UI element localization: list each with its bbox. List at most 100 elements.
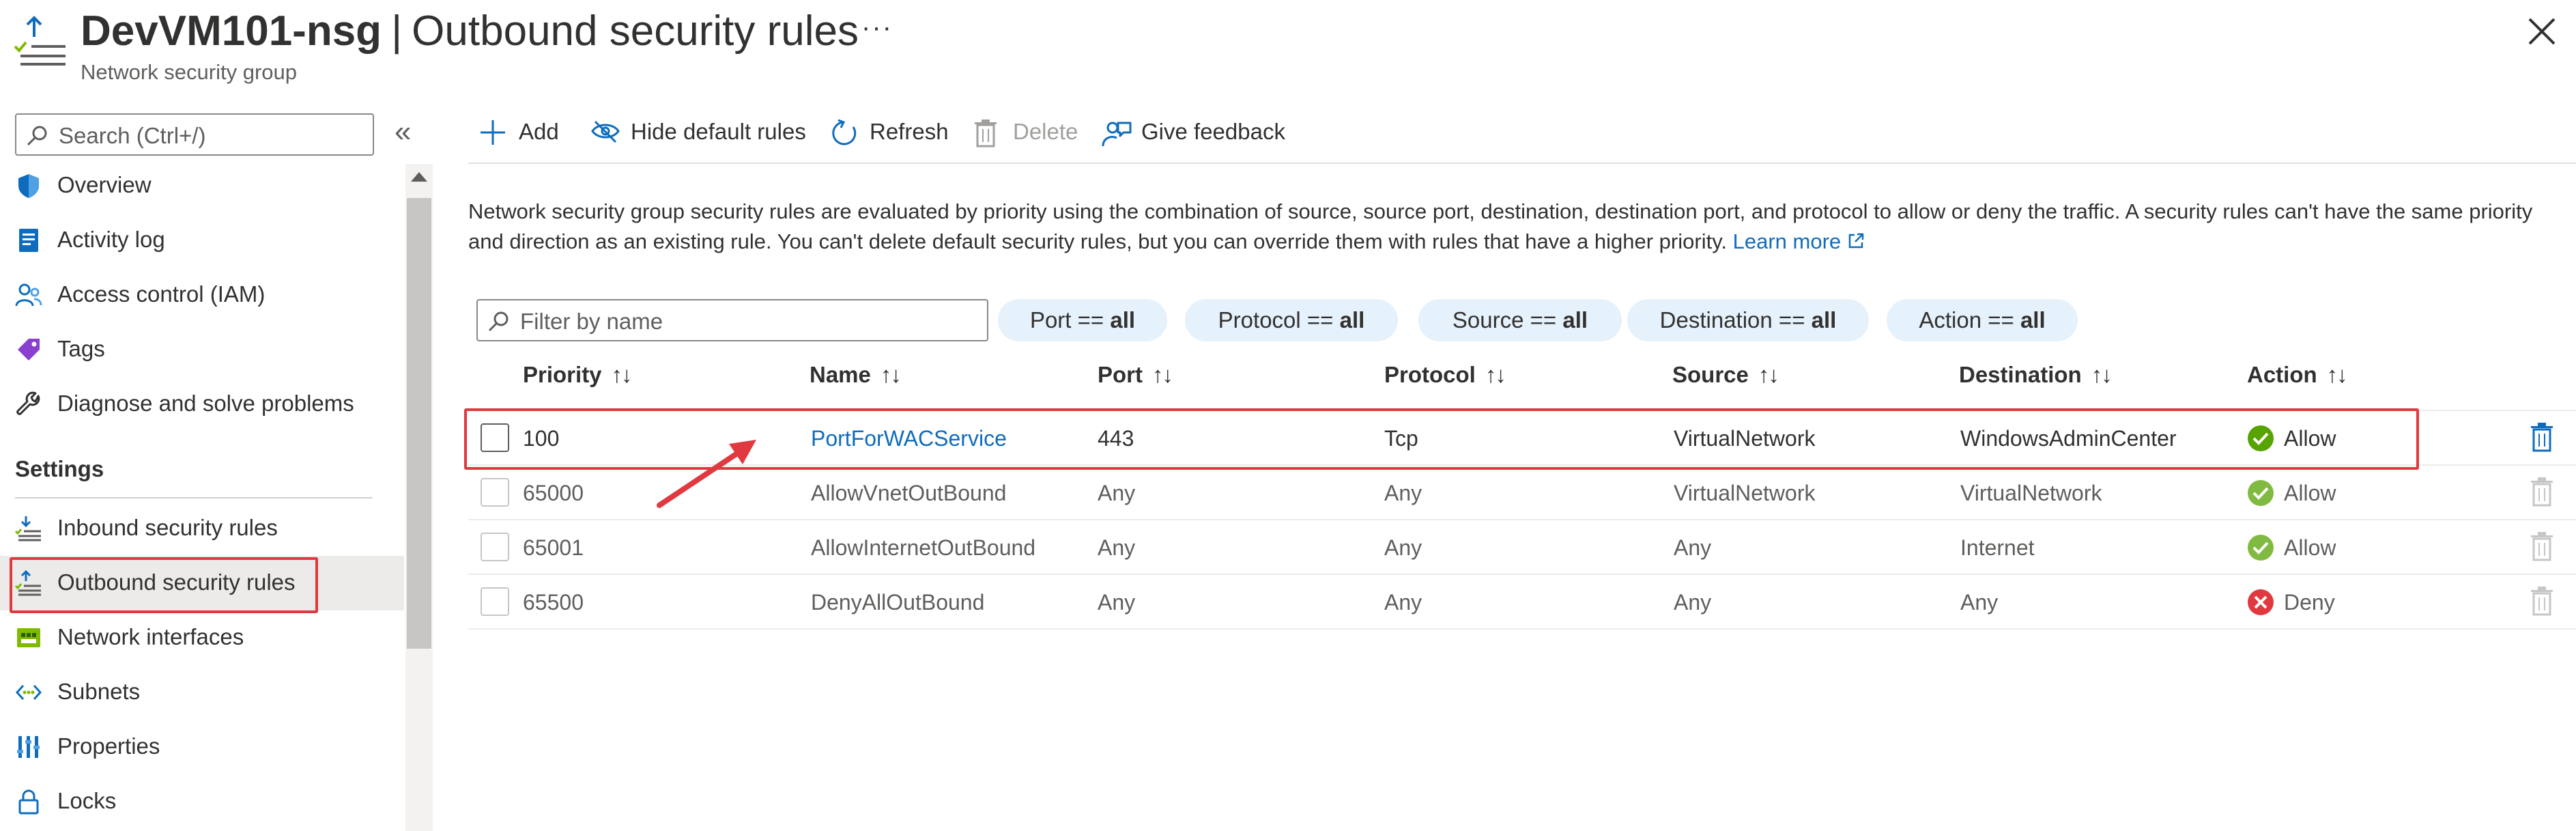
hide-default-rules-button[interactable]: Hide default rules: [591, 113, 816, 152]
refresh-button[interactable]: Refresh: [830, 113, 953, 152]
scroll-up-arrow-icon[interactable]: [411, 172, 427, 182]
filter-pill-key: Action ==: [1919, 307, 2020, 333]
learn-more-label: Learn more: [1732, 229, 1842, 253]
column-header-label: Priority: [523, 362, 602, 387]
properties-icon: [17, 736, 40, 758]
sidebar-item-label: Subnets: [57, 679, 141, 704]
add-button[interactable]: Add: [479, 113, 568, 152]
filter-pill-action[interactable]: Action == all: [1887, 299, 2078, 341]
filter-pill-key: Source ==: [1452, 307, 1563, 333]
title-separator: |: [391, 8, 403, 55]
deny-x-icon: [2248, 589, 2274, 615]
delete-row-icon[interactable]: [2530, 422, 2554, 452]
sidebar-item-inbound-rules[interactable]: Inbound security rules: [0, 501, 404, 556]
sidebar-item-label: Inbound security rules: [57, 515, 278, 540]
column-header-label: Name: [810, 362, 871, 387]
cell-priority: 65500: [523, 590, 584, 615]
table-row[interactable]: 65000 AllowVnetOutBound Any Any VirtualN…: [468, 466, 2576, 520]
search-icon: [27, 126, 47, 146]
sidebar-item-label: Network interfaces: [57, 624, 244, 649]
feedback-icon: [1102, 122, 1132, 147]
filter-pill-protocol[interactable]: Protocol == all: [1185, 299, 1398, 341]
column-header-protocol[interactable]: Protocol ↑↓: [1384, 362, 1506, 388]
network-interface-icon: [17, 628, 40, 647]
cell-source: Any: [1674, 535, 1712, 560]
sidebar-item-access-control[interactable]: Access control (IAM): [0, 268, 404, 322]
sidebar-item-properties[interactable]: Properties: [0, 720, 404, 774]
cell-name: AllowVnetOutBound: [811, 481, 1007, 505]
add-button-label: Add: [519, 119, 559, 144]
filter-pill-value: all: [1110, 307, 1136, 333]
filter-pill-value: all: [1339, 307, 1365, 333]
table-row[interactable]: 65500 DenyAllOutBound Any Any Any Any De…: [468, 575, 2576, 630]
sidebar-item-diagnose[interactable]: Diagnose and solve problems: [0, 377, 404, 432]
lock-icon: [18, 789, 39, 815]
close-button[interactable]: [2525, 15, 2558, 48]
column-header-label: Destination: [1959, 362, 2082, 387]
shield-icon: [18, 174, 39, 198]
column-header-label: Port: [1098, 362, 1143, 387]
outbound-rules-header-icon: [14, 14, 68, 68]
filter-pill-key: Port ==: [1029, 307, 1111, 333]
wrench-icon: [16, 391, 40, 415]
sort-icon: ↑↓: [2091, 362, 2113, 387]
sidebar-scrollbar-thumb[interactable]: [407, 198, 431, 649]
cell-port: Any: [1098, 481, 1136, 505]
cell-port: Any: [1098, 535, 1136, 560]
filter-pill-destination[interactable]: Destination == all: [1627, 299, 1869, 341]
column-header-label: Protocol: [1384, 362, 1476, 387]
allow-check-icon: [2248, 535, 2274, 561]
column-header-port[interactable]: Port ↑↓: [1098, 362, 1173, 388]
sidebar-item-overview[interactable]: Overview: [0, 158, 404, 213]
description-text: Network security group security rules ar…: [468, 199, 2533, 253]
sidebar-search-placeholder: Search (Ctrl+/): [59, 123, 206, 148]
row-checkbox[interactable]: [481, 587, 509, 616]
filter-pill-source[interactable]: Source == all: [1418, 299, 1622, 341]
sidebar-item-activity-log[interactable]: Activity log: [0, 213, 404, 268]
sidebar-item-label: Overview: [57, 172, 152, 197]
give-feedback-label: Give feedback: [1141, 119, 1285, 144]
column-header-source[interactable]: Source ↑↓: [1672, 362, 1779, 388]
cell-name: DenyAllOutBound: [811, 590, 985, 615]
column-header-name[interactable]: Name ↑↓: [810, 362, 902, 388]
cell-priority: 65000: [523, 481, 584, 505]
sidebar-item-tags[interactable]: Tags: [0, 322, 404, 377]
table-row[interactable]: 65001 AllowInternetOutBound Any Any Any …: [468, 520, 2576, 575]
page-title: DevVM101-nsg | Outbound security rules: [81, 4, 859, 59]
sidebar-item-network-interfaces[interactable]: Network interfaces: [0, 610, 404, 665]
sidebar-item-subnets[interactable]: Subnets: [0, 665, 404, 720]
delete-row-icon: [2531, 587, 2553, 616]
more-options-button[interactable]: ···: [861, 12, 893, 43]
delete-button[interactable]: Delete: [973, 113, 1089, 152]
sidebar-item-locks[interactable]: Locks: [0, 774, 404, 829]
filter-placeholder: Filter by name: [520, 309, 663, 334]
row-checkbox[interactable]: [481, 533, 509, 561]
sidebar-item-label: Locks: [57, 788, 117, 813]
filter-pill-value: all: [2020, 307, 2046, 333]
refresh-icon: [832, 119, 857, 145]
column-header-destination[interactable]: Destination ↑↓: [1959, 362, 2113, 388]
sort-icon: ↑↓: [880, 362, 902, 387]
column-header-action[interactable]: Action ↑↓: [2247, 362, 2348, 388]
cell-source: VirtualNetwork: [1674, 481, 1816, 505]
sidebar-item-label: Diagnose and solve problems: [57, 391, 354, 416]
sidebar-item-label: Properties: [57, 733, 160, 759]
give-feedback-button[interactable]: Give feedback: [1102, 113, 1306, 152]
tag-icon: [18, 339, 40, 361]
collapse-sidebar-button[interactable]: «: [395, 115, 411, 149]
column-header-label: Source: [1672, 362, 1749, 387]
sort-icon: ↑↓: [1152, 362, 1173, 387]
sidebar-divider: [15, 497, 373, 498]
cell-destination: VirtualNetwork: [1960, 481, 2102, 505]
filter-pill-port[interactable]: Port == all: [998, 299, 1167, 341]
sidebar-item-label: Tags: [57, 336, 105, 361]
sidebar-search-input[interactable]: Search (Ctrl+/): [15, 113, 374, 156]
column-header-priority[interactable]: Priority ↑↓: [523, 362, 633, 388]
filter-by-name-input[interactable]: Filter by name: [476, 299, 988, 341]
search-icon: [488, 311, 509, 332]
filter-pill-key: Destination ==: [1659, 307, 1812, 333]
learn-more-link[interactable]: Learn more: [1733, 229, 1865, 253]
row-checkbox[interactable]: [481, 478, 509, 507]
sidebar-highlight-box: [10, 557, 318, 613]
filter-pill-key: Protocol ==: [1218, 307, 1340, 333]
